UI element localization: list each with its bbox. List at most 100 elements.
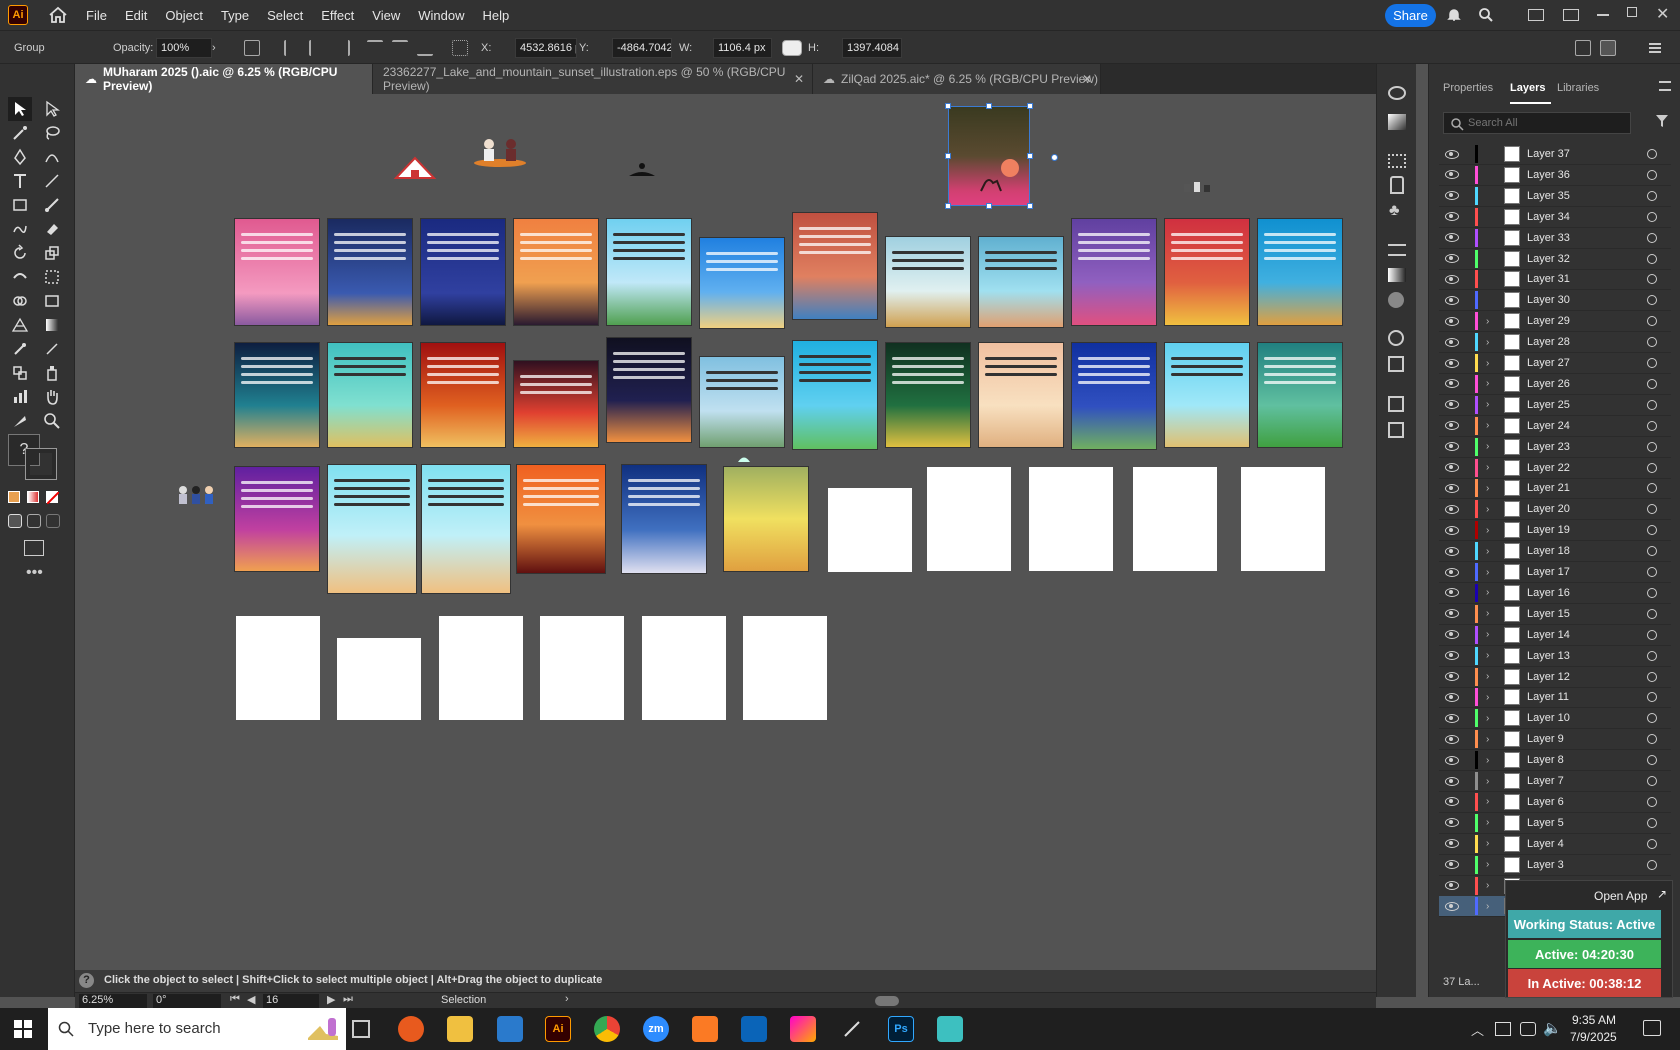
tab-zilqad[interactable]: ☁ ZilQad 2025.aic* @ 6.25 % (RGB/CPU Pre… [813,64,1101,94]
expand-chevron-icon[interactable]: › [1486,420,1498,431]
minimize-icon[interactable] [1597,14,1609,16]
file-explorer-icon[interactable] [447,1016,473,1042]
rotate-tool-icon[interactable] [8,241,32,265]
target-circle-icon[interactable] [1647,546,1657,557]
menu-view[interactable]: View [372,8,400,23]
visibility-eye-icon[interactable] [1445,609,1459,619]
zoom-tool-icon[interactable] [40,409,64,433]
layer-row[interactable]: Layer 35 [1439,186,1671,207]
layer-row[interactable]: Layer 30 [1439,290,1671,312]
visibility-eye-icon[interactable] [1445,567,1459,577]
menu-effect[interactable]: Effect [321,8,354,23]
visibility-eye-icon[interactable] [1445,839,1459,849]
visibility-eye-icon[interactable] [1445,504,1459,514]
layer-name[interactable]: Layer 28 [1527,336,1627,348]
artboard-poster[interactable] [699,356,785,448]
restore-icon[interactable] [1627,7,1637,17]
silhouette-illustration[interactable] [627,160,657,178]
shape-builder-tool-icon[interactable] [8,289,32,313]
layers-search-input[interactable] [1468,115,1624,131]
close-window-icon[interactable]: ✕ [1656,4,1669,24]
layer-name[interactable]: Layer 31 [1527,273,1627,285]
layer-name[interactable]: Layer 5 [1527,817,1627,829]
layer-row[interactable]: › Layer 4 [1439,834,1671,855]
target-circle-icon[interactable] [1647,629,1657,640]
transparency-icon[interactable] [1388,292,1404,308]
visibility-eye-icon[interactable] [1445,588,1459,598]
visibility-eye-icon[interactable] [1445,379,1459,389]
visibility-eye-icon[interactable] [1445,463,1459,472]
target-circle-icon[interactable] [1647,755,1657,766]
menu-file[interactable]: File [86,8,107,23]
line-tool-icon[interactable] [40,169,64,193]
layer-name[interactable]: Layer 15 [1527,608,1627,620]
taskbar-date[interactable]: 7/9/2025 [1570,1030,1617,1044]
expand-chevron-icon[interactable]: › [1486,901,1498,912]
visibility-eye-icon[interactable] [1445,860,1459,870]
xampp-icon[interactable] [692,1016,718,1042]
blank-artboard[interactable] [439,616,523,720]
layer-name[interactable]: Layer 7 [1527,775,1627,787]
menu-type[interactable]: Type [221,8,249,23]
visibility-eye-icon[interactable] [1445,776,1459,786]
arrange-icon[interactable] [1575,40,1591,56]
visibility-eye-icon[interactable] [1445,254,1459,263]
target-circle-icon[interactable] [1647,149,1657,159]
layer-row[interactable]: Layer 37 [1439,144,1671,165]
visibility-eye-icon[interactable] [1445,713,1459,723]
artboard-poster[interactable] [234,342,320,448]
layer-name[interactable]: Layer 32 [1527,253,1627,265]
layer-row[interactable]: › Layer 8 [1439,750,1671,772]
layer-name[interactable]: Layer 20 [1527,503,1627,515]
selection-bounding-box[interactable] [948,106,1030,206]
layer-row[interactable]: Layer 33 [1439,228,1671,249]
artboard-poster[interactable] [327,342,413,448]
selection-handle[interactable] [945,103,951,109]
layer-name[interactable]: Layer 8 [1527,754,1627,766]
paintbrush-tool-icon[interactable] [40,193,64,217]
warp-tool-icon[interactable] [8,265,32,289]
expand-chevron-icon[interactable]: › [1486,796,1498,807]
tab-lake-sunset[interactable]: 23362277_Lake_and_mountain_sunset_illust… [373,64,813,94]
close-tab-icon[interactable]: ✕ [1082,72,1092,86]
visibility-eye-icon[interactable] [1445,400,1459,410]
target-circle-icon[interactable] [1647,776,1657,786]
lasso-tool-icon[interactable] [40,121,64,145]
stroke-icon[interactable] [1388,244,1406,256]
help-icon[interactable]: ? [79,973,94,988]
visibility-eye-icon[interactable] [1445,818,1459,828]
target-circle-icon[interactable] [1647,650,1657,661]
visibility-eye-icon[interactable] [1445,233,1459,243]
target-circle-icon[interactable] [1647,483,1657,494]
pen-tool-icon[interactable] [8,145,32,169]
tracker-app-icon[interactable] [937,1016,963,1042]
tab-layers[interactable]: Layers [1510,82,1545,94]
selection-handle[interactable] [945,153,951,159]
layer-row[interactable]: › Layer 28 [1439,332,1671,354]
tab-properties[interactable]: Properties [1443,82,1493,94]
tab-libraries[interactable]: Libraries [1557,82,1599,94]
artboard-poster[interactable] [421,464,511,594]
zoom-input[interactable]: 6.25% [79,994,147,1008]
shaper-tool-icon[interactable] [8,217,32,241]
vscode-icon[interactable] [497,1016,523,1042]
layer-row[interactable]: › Layer 14 [1439,625,1671,646]
target-circle-icon[interactable] [1647,692,1657,703]
target-circle-icon[interactable] [1647,358,1657,368]
illustrator-taskbar-icon[interactable]: Ai [545,1016,571,1042]
layer-row[interactable]: › Layer 9 [1439,729,1671,751]
gradient-panel-icon[interactable] [1388,268,1406,282]
layer-name[interactable]: Layer 34 [1527,211,1627,223]
layer-row[interactable]: Layer 34 [1439,207,1671,228]
target-circle-icon[interactable] [1647,504,1657,515]
chrome-icon[interactable] [594,1016,620,1042]
artboard-poster[interactable] [234,218,320,326]
layer-row[interactable]: › Layer 20 [1439,499,1671,521]
artboard-poster[interactable] [327,218,413,326]
target-circle-icon[interactable] [1647,232,1657,243]
layer-row[interactable]: Layer 36 [1439,165,1671,186]
horizontal-scrollbar[interactable] [875,996,899,1006]
pen-app-icon[interactable] [839,1016,865,1042]
eraser-tool-icon[interactable] [40,217,64,241]
align-right-icon[interactable] [334,40,350,56]
